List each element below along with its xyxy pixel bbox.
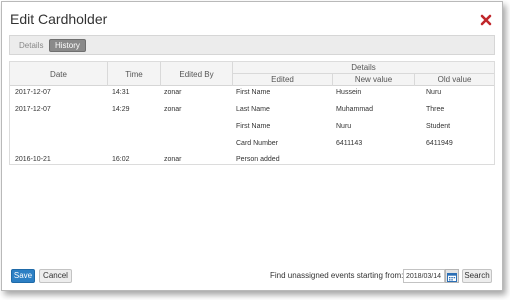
tab-bar: Details History: [9, 35, 495, 55]
cell-new-value: Hussein: [336, 89, 362, 96]
header-divider: [232, 62, 233, 86]
cell-edited-by: zonar: [164, 89, 182, 96]
header-time[interactable]: Time: [108, 70, 160, 79]
cell-edited: Last Name: [236, 106, 270, 113]
header-old-value[interactable]: Old value: [415, 75, 494, 84]
cell-edited-by: zonar: [164, 156, 182, 163]
cell-old-value: Nuru: [426, 89, 442, 96]
cell-edited: Card Number: [236, 140, 279, 147]
header-divider: [332, 73, 333, 86]
cell-edited: First Name: [236, 89, 271, 96]
header-divider: [160, 62, 161, 86]
header-divider: [414, 73, 415, 86]
cell-edited: First Name: [236, 123, 271, 130]
header-date[interactable]: Date: [10, 70, 107, 79]
cell-date: 2017-12-07: [15, 89, 51, 96]
cell-new-value: Muhammad: [336, 106, 373, 113]
cell-date: 2016-10-21: [15, 156, 51, 163]
header-divider: [107, 62, 108, 86]
find-events-label: Find unassigned events starting from:: [270, 271, 404, 280]
tab-details[interactable]: Details: [14, 39, 48, 52]
cell-new-value: 6411143: [336, 140, 363, 147]
table-header: Date Time Edited By Details Edited New v…: [10, 62, 494, 86]
cell-new-value: Nuru: [336, 123, 352, 130]
history-table: Date Time Edited By Details Edited New v…: [9, 61, 495, 165]
cell-date: 2017-12-07: [15, 106, 51, 113]
header-divider: [232, 73, 494, 74]
close-icon[interactable]: [480, 14, 492, 26]
cell-time: 14:29: [112, 106, 130, 113]
cancel-button[interactable]: Cancel: [39, 269, 72, 283]
tab-history[interactable]: History: [49, 39, 86, 52]
save-button[interactable]: Save: [11, 269, 35, 283]
header-new-value[interactable]: New value: [333, 75, 414, 84]
cell-time: 14:31: [112, 89, 130, 96]
cell-old-value: Three: [426, 106, 445, 113]
cell-time: 16:02: [112, 156, 130, 163]
calendar-button[interactable]: [445, 269, 459, 283]
header-details-group: Details: [351, 63, 376, 72]
search-button[interactable]: Search: [462, 269, 492, 283]
header-edited-by[interactable]: Edited By: [161, 70, 232, 79]
cell-edited: Person added: [236, 156, 280, 163]
cell-old-value: Student: [426, 123, 451, 130]
edit-cardholder-dialog: Edit Cardholder Details History Date Tim…: [1, 1, 503, 291]
header-edited[interactable]: Edited: [233, 75, 332, 84]
cell-old-value: 6411949: [426, 140, 453, 147]
dialog-title: Edit Cardholder: [10, 11, 108, 27]
cell-edited-by: zonar: [164, 106, 182, 113]
start-date-input[interactable]: [403, 269, 445, 283]
calendar-icon: [447, 273, 457, 282]
